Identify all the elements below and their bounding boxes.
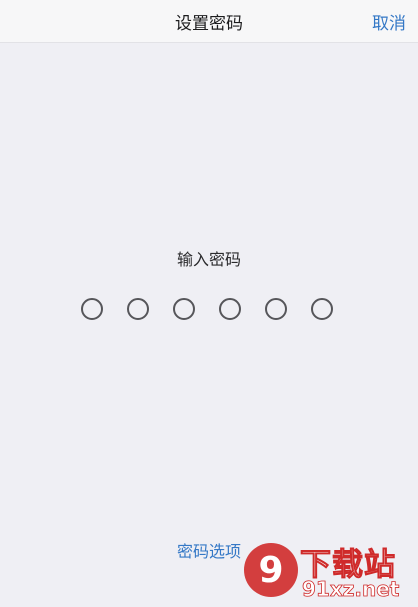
watermark-url: 91xz.net <box>302 577 400 602</box>
passcode-dot-6 <box>311 298 333 320</box>
passcode-dots <box>81 298 333 320</box>
passcode-prompt: 输入密码 <box>176 250 241 269</box>
watermark-logo-icon: 9 <box>244 543 298 597</box>
passcode-dot-5 <box>265 298 287 320</box>
navigation-bar: 设置密码 取消 <box>0 0 418 43</box>
screen: 设置密码 取消 输入密码 密码选项 9 下载站 91xz.net <box>0 0 418 607</box>
watermark: 9 下载站 91xz.net <box>242 539 412 601</box>
passcode-dot-3 <box>173 298 195 320</box>
watermark-logo-text: 9 <box>258 550 283 591</box>
passcode-dot-2 <box>127 298 149 320</box>
cancel-button[interactable]: 取消 <box>372 9 406 34</box>
passcode-dot-4 <box>219 298 241 320</box>
passcode-dot-1 <box>81 298 103 320</box>
page-title: 设置密码 <box>175 14 243 34</box>
